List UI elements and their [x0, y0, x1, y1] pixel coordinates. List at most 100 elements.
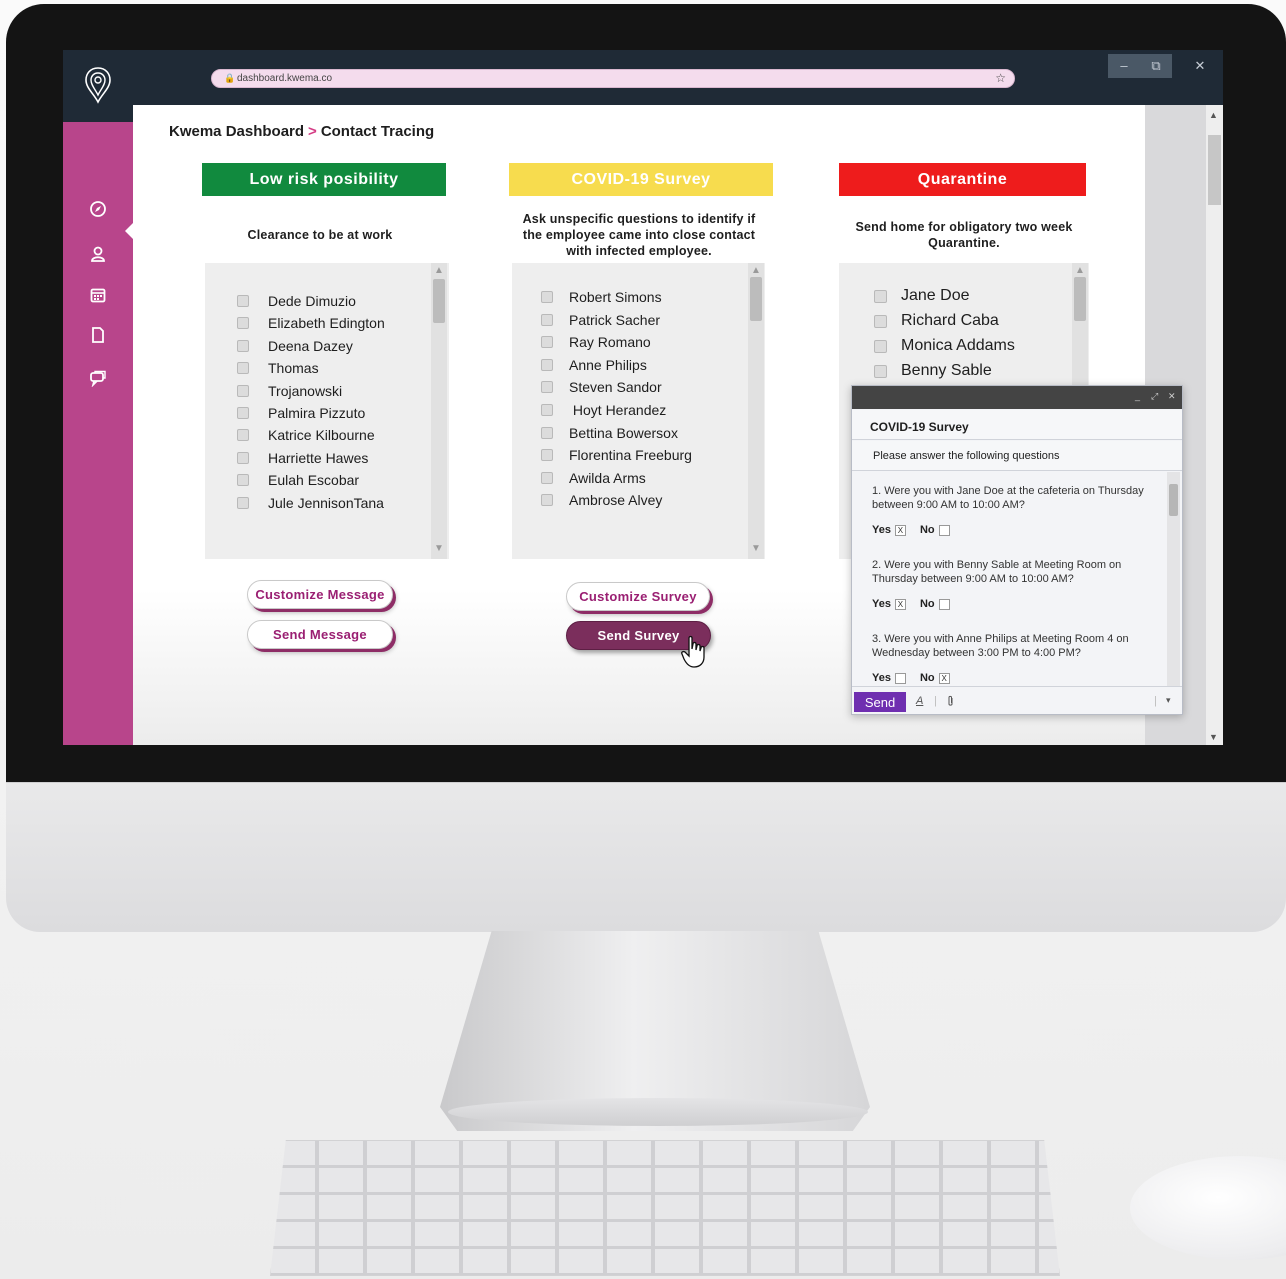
- low-risk-list[interactable]: Dede Dimuzio Elizabeth Edington Deena Daze…: [205, 263, 449, 559]
- send-message-button[interactable]: Send Message: [247, 620, 393, 649]
- checkbox[interactable]: [237, 429, 249, 442]
- page-scroll-down-icon[interactable]: ▼: [1209, 732, 1218, 742]
- scroll-up-icon[interactable]: ▲: [751, 265, 761, 276]
- no-checkbox[interactable]: [938, 598, 950, 610]
- list-item[interactable]: Jane Doe: [874, 287, 970, 305]
- list-item[interactable]: Ray Romano: [541, 334, 651, 350]
- format-text-icon[interactable]: A: [916, 695, 923, 707]
- page-scroll-up-icon[interactable]: ▲: [1209, 110, 1218, 120]
- checkbox[interactable]: [237, 496, 249, 509]
- no-checkbox[interactable]: [938, 524, 950, 536]
- list-item[interactable]: Bettina Bowersox: [541, 425, 678, 441]
- checkbox[interactable]: [237, 362, 249, 375]
- document-icon[interactable]: [87, 324, 109, 346]
- survey-list[interactable]: Robert Simons Patrick Sacher Ray Romano Ann…: [512, 263, 765, 559]
- list-item[interactable]: Katrice Kilbourne: [237, 427, 375, 443]
- customize-survey-button[interactable]: Customize Survey: [566, 582, 710, 611]
- checkbox[interactable]: [237, 451, 249, 464]
- chat-icon[interactable]: [87, 367, 109, 389]
- checkbox[interactable]: [237, 339, 249, 352]
- checkbox[interactable]: [237, 295, 249, 307]
- person-name: Dede Dimuzio: [268, 293, 356, 309]
- yes-label: Yes: [872, 524, 891, 536]
- person-name: Patrick Sacher: [569, 311, 661, 328]
- monitor-chin: [6, 782, 1286, 932]
- scroll-down-icon[interactable]: ▼: [751, 543, 761, 554]
- list-item[interactable]: Trojanowski: [237, 383, 342, 399]
- scroll-down-icon[interactable]: ▼: [434, 543, 444, 554]
- checkbox[interactable]: [541, 358, 553, 371]
- checkbox[interactable]: [541, 471, 553, 484]
- list-item[interactable]: Elizabeth Edington: [237, 315, 385, 331]
- list-item[interactable]: Monica Addams: [874, 337, 1015, 355]
- list-item[interactable]: Deena Dazey: [237, 338, 353, 354]
- list-item[interactable]: Anne Philips: [541, 357, 647, 373]
- checkbox[interactable]: [237, 407, 249, 419]
- checkbox[interactable]: [541, 426, 553, 439]
- checkbox[interactable]: [541, 336, 553, 349]
- checkbox[interactable]: [237, 474, 249, 487]
- checkbox[interactable]: [541, 291, 553, 303]
- checkbox[interactable]: [237, 384, 249, 397]
- low-risk-scrollbar[interactable]: ▲ ▼: [431, 263, 447, 559]
- list-item[interactable]: Awilda Arms: [541, 470, 646, 486]
- list-item[interactable]: Jule JennisonTana: [237, 495, 384, 511]
- scroll-up-icon[interactable]: ▲: [1075, 265, 1085, 276]
- list-item[interactable]: Richard Caba: [874, 312, 999, 330]
- popup-expand-button[interactable]: ⤢: [1151, 391, 1158, 402]
- more-options-icon[interactable]: ▾: [1166, 695, 1171, 706]
- list-item[interactable]: Thomas: [237, 360, 319, 376]
- calendar-icon[interactable]: [87, 284, 109, 306]
- list-item[interactable]: Florentina Freeburg: [541, 447, 692, 463]
- scroll-thumb[interactable]: [1074, 277, 1086, 321]
- checkbox[interactable]: [541, 449, 553, 462]
- checkbox[interactable]: [541, 313, 553, 326]
- list-item[interactable]: Benny Sable: [874, 362, 992, 380]
- scroll-thumb[interactable]: [433, 279, 445, 323]
- paperclip-icon[interactable]: [946, 695, 955, 710]
- list-item[interactable]: Patrick Sacher: [541, 312, 660, 328]
- person-name: Katrice Kilbourne: [268, 427, 375, 444]
- checkbox[interactable]: [237, 317, 249, 330]
- list-item[interactable]: Ambrose Alvey: [541, 492, 662, 508]
- popup-send-button[interactable]: Send: [854, 692, 906, 712]
- checkbox[interactable]: [874, 339, 887, 353]
- yes-checkbox[interactable]: X: [894, 598, 906, 610]
- yes-checkbox[interactable]: X: [894, 524, 906, 536]
- list-item[interactable]: Palmira Pizzuto: [237, 405, 365, 421]
- close-button[interactable]: ✕: [1184, 54, 1216, 78]
- yes-checkbox[interactable]: [894, 672, 906, 684]
- no-checkbox[interactable]: X: [938, 672, 950, 684]
- survey-scrollbar[interactable]: ▲ ▼: [748, 263, 764, 559]
- checkbox[interactable]: [874, 289, 887, 303]
- popup-close-button[interactable]: ✕: [1168, 391, 1176, 402]
- breadcrumb-root[interactable]: Kwema Dashboard: [169, 123, 304, 140]
- checkbox[interactable]: [874, 364, 887, 378]
- page-scroll-thumb[interactable]: [1208, 135, 1221, 205]
- scroll-thumb[interactable]: [750, 277, 762, 321]
- kwema-logo-icon[interactable]: [63, 50, 133, 122]
- checkbox[interactable]: [541, 381, 553, 394]
- popup-scroll-thumb[interactable]: [1169, 484, 1178, 516]
- list-item[interactable]: Hoyt Herandez: [541, 402, 666, 418]
- checkbox[interactable]: [541, 404, 553, 416]
- user-icon[interactable]: [87, 243, 109, 265]
- popup-minimize-button[interactable]: _: [1135, 391, 1140, 401]
- popup-scrollbar[interactable]: [1167, 472, 1180, 686]
- low-risk-description: Clearance to be at work: [247, 228, 393, 242]
- list-item[interactable]: Harriette Hawes: [237, 450, 368, 466]
- list-item[interactable]: Robert Simons: [541, 289, 662, 305]
- list-item[interactable]: Eulah Escobar: [237, 472, 359, 488]
- customize-message-button[interactable]: Customize Message: [247, 580, 393, 609]
- list-item[interactable]: Dede Dimuzio: [237, 293, 356, 309]
- compass-icon[interactable]: [87, 198, 109, 220]
- minimize-button[interactable]: –: [1108, 54, 1140, 78]
- list-item[interactable]: Steven Sandor: [541, 379, 662, 395]
- address-bar[interactable]: 🔒 dashboard.kwema.co ☆: [211, 69, 1015, 88]
- restore-button[interactable]: ⧉: [1140, 54, 1172, 78]
- checkbox[interactable]: [874, 314, 887, 328]
- scroll-up-icon[interactable]: ▲: [434, 265, 444, 276]
- bookmark-star-icon[interactable]: ☆: [995, 71, 1006, 85]
- checkbox[interactable]: [541, 494, 553, 507]
- breadcrumb-separator: >: [308, 123, 317, 140]
